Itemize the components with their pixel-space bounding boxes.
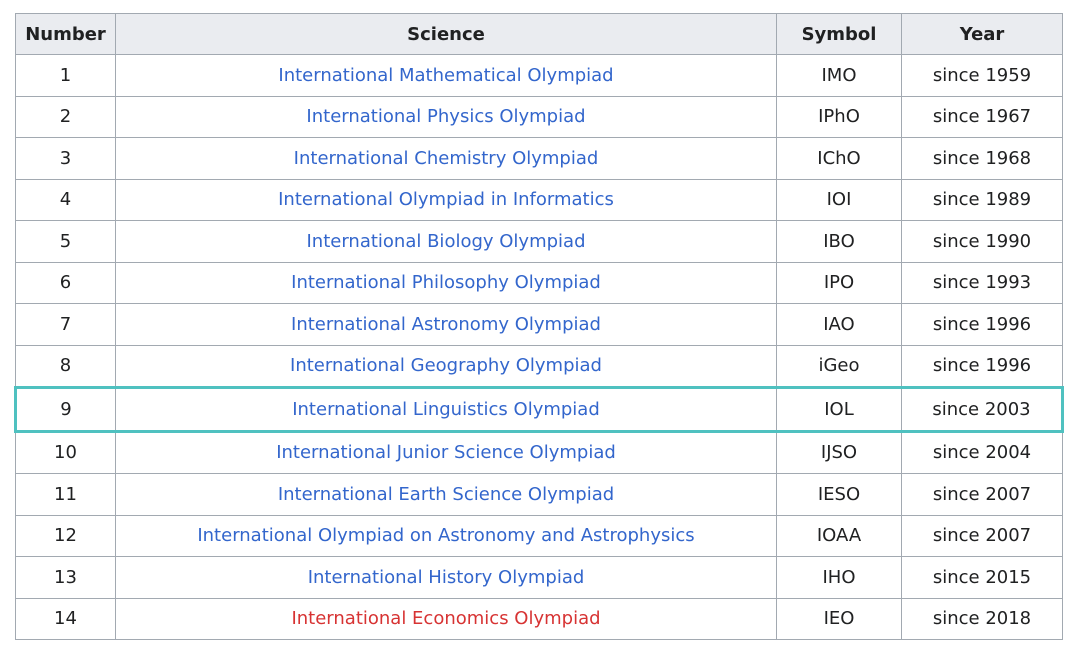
table-row: 10 International Junior Science Olympiad… <box>15 430 1063 474</box>
cell-year: since 1996 <box>901 303 1063 346</box>
cell-year: since 2018 <box>901 597 1063 640</box>
table-row-highlighted: 9 International Linguistics Olympiad IOL… <box>14 386 1064 433</box>
cell-number: 13 <box>15 556 116 599</box>
cell-science: International Linguistics Olympiad <box>115 386 777 433</box>
cell-number: 11 <box>15 473 116 516</box>
cell-science: International Earth Science Olympiad <box>115 473 777 516</box>
cell-number: 8 <box>15 344 116 388</box>
table-row: 13 International History Olympiad IHO si… <box>15 556 1063 599</box>
cell-year: since 1989 <box>901 178 1063 221</box>
cell-symbol: IPO <box>776 261 902 304</box>
header-number[interactable]: Number <box>15 13 116 55</box>
science-link[interactable]: International History Olympiad <box>308 567 585 588</box>
cell-number: 9 <box>14 386 116 433</box>
table-row: 12 International Olympiad on Astronomy a… <box>15 514 1063 557</box>
cell-year: since 2004 <box>901 430 1063 474</box>
cell-number: 14 <box>15 597 116 640</box>
cell-science: International Geography Olympiad <box>115 344 777 388</box>
cell-symbol: IAO <box>776 303 902 346</box>
cell-symbol: IMO <box>776 54 902 97</box>
cell-symbol: IJSO <box>776 430 902 474</box>
cell-year: since 1959 <box>901 54 1063 97</box>
table-row: 1 International Mathematical Olympiad IM… <box>15 54 1063 97</box>
table-row: 5 International Biology Olympiad IBO sin… <box>15 220 1063 263</box>
cell-number: 7 <box>15 303 116 346</box>
cell-year: since 2003 <box>901 386 1064 433</box>
table-row: 8 International Geography Olympiad iGeo … <box>15 344 1063 388</box>
science-link[interactable]: International Geography Olympiad <box>290 355 602 376</box>
table-row: 7 International Astronomy Olympiad IAO s… <box>15 303 1063 346</box>
cell-science: International Olympiad on Astronomy and … <box>115 514 777 557</box>
cell-science: International Biology Olympiad <box>115 220 777 263</box>
cell-year: since 1990 <box>901 220 1063 263</box>
cell-year: since 2007 <box>901 514 1063 557</box>
header-row: Number Science Symbol Year <box>15 13 1063 55</box>
cell-year: since 2007 <box>901 473 1063 516</box>
cell-science: International Junior Science Olympiad <box>115 430 777 474</box>
olympiads-table: Number Science Symbol Year 1 Internation… <box>14 13 1064 640</box>
cell-symbol: IEO <box>776 597 902 640</box>
cell-year: since 1993 <box>901 261 1063 304</box>
science-link[interactable]: International Biology Olympiad <box>306 231 585 252</box>
science-link[interactable]: International Junior Science Olympiad <box>276 442 616 463</box>
cell-number: 3 <box>15 137 116 180</box>
cell-symbol: IPhO <box>776 95 902 138</box>
science-link[interactable]: International Philosophy Olympiad <box>291 272 601 293</box>
cell-symbol: IOL <box>776 386 902 433</box>
science-link[interactable]: International Mathematical Olympiad <box>278 65 613 86</box>
table-row: 4 International Olympiad in Informatics … <box>15 178 1063 221</box>
cell-science: International Philosophy Olympiad <box>115 261 777 304</box>
cell-science: International History Olympiad <box>115 556 777 599</box>
header-symbol[interactable]: Symbol <box>776 13 902 55</box>
cell-number: 2 <box>15 95 116 138</box>
science-link[interactable]: International Astronomy Olympiad <box>291 314 601 335</box>
cell-number: 1 <box>15 54 116 97</box>
cell-symbol: iGeo <box>776 344 902 388</box>
cell-year: since 1968 <box>901 137 1063 180</box>
cell-science: International Astronomy Olympiad <box>115 303 777 346</box>
cell-science: International Olympiad in Informatics <box>115 178 777 221</box>
cell-symbol: IOAA <box>776 514 902 557</box>
cell-number: 10 <box>15 430 116 474</box>
cell-science: International Chemistry Olympiad <box>115 137 777 180</box>
cell-year: since 2015 <box>901 556 1063 599</box>
cell-number: 4 <box>15 178 116 221</box>
science-link[interactable]: International Physics Olympiad <box>306 106 585 127</box>
table-row: 2 International Physics Olympiad IPhO si… <box>15 95 1063 138</box>
science-link[interactable]: International Linguistics Olympiad <box>292 399 600 420</box>
cell-symbol: IESO <box>776 473 902 516</box>
table-row: 11 International Earth Science Olympiad … <box>15 473 1063 516</box>
table-row: 6 International Philosophy Olympiad IPO … <box>15 261 1063 304</box>
cell-symbol: IHO <box>776 556 902 599</box>
cell-symbol: IChO <box>776 137 902 180</box>
science-link[interactable]: International Chemistry Olympiad <box>294 148 599 169</box>
cell-symbol: IBO <box>776 220 902 263</box>
cell-science: International Physics Olympiad <box>115 95 777 138</box>
header-science[interactable]: Science <box>115 13 777 55</box>
page: Number Science Symbol Year 1 Internation… <box>0 0 1080 650</box>
header-year[interactable]: Year <box>901 13 1063 55</box>
science-link[interactable]: International Earth Science Olympiad <box>278 484 614 505</box>
cell-year: since 1996 <box>901 344 1063 388</box>
cell-symbol: IOI <box>776 178 902 221</box>
science-redlink[interactable]: International Economics Olympiad <box>291 608 600 629</box>
cell-number: 5 <box>15 220 116 263</box>
cell-science: International Mathematical Olympiad <box>115 54 777 97</box>
table-row: 14 International Economics Olympiad IEO … <box>15 597 1063 640</box>
cell-year: since 1967 <box>901 95 1063 138</box>
science-link[interactable]: International Olympiad in Informatics <box>278 189 614 210</box>
cell-science: International Economics Olympiad <box>115 597 777 640</box>
table-row: 3 International Chemistry Olympiad IChO … <box>15 137 1063 180</box>
cell-number: 12 <box>15 514 116 557</box>
cell-number: 6 <box>15 261 116 304</box>
science-link[interactable]: International Olympiad on Astronomy and … <box>197 525 694 546</box>
